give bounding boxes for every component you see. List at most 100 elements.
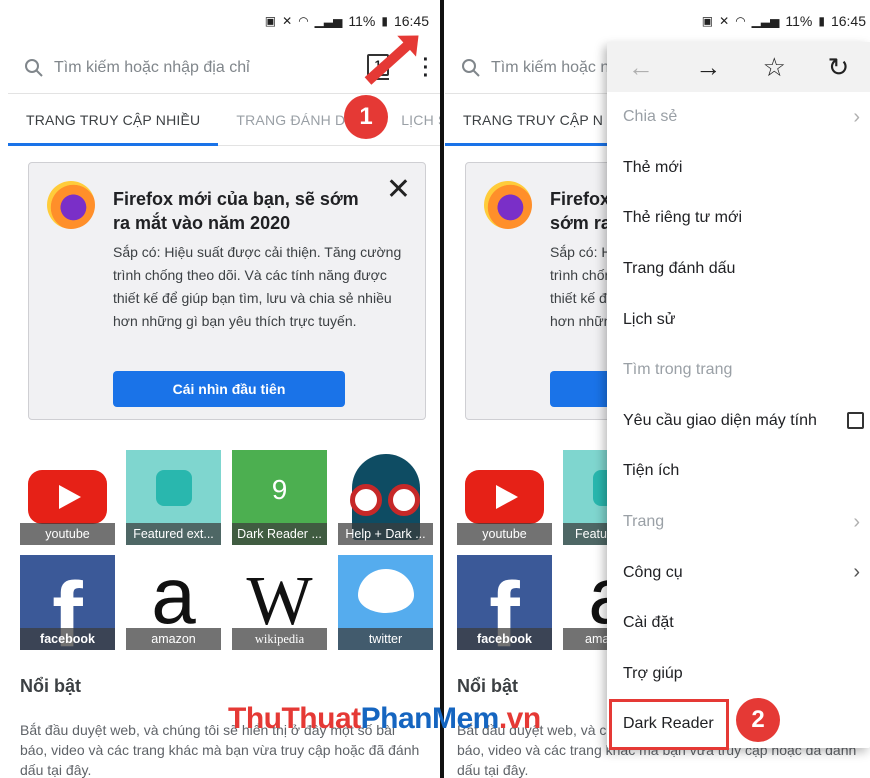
watermark: ThuThuatPhanMem.vn [228,702,541,736]
promo-title-line2: sớm ra [550,213,611,233]
menu-item-settings[interactable]: Cài đặt [607,598,870,649]
reload-icon[interactable]: ↻ [827,52,849,83]
menu-item-label: Trang [623,513,665,531]
menu-item-history[interactable]: Lịch sử [607,294,870,345]
menu-item-label: Tìm trong trang [623,361,733,379]
search-icon [462,58,480,77]
menu-item-share[interactable]: Chia sẻ › [607,92,870,143]
twitter-bird-icon [358,569,414,613]
menu-item-tools[interactable]: Công cụ › [607,547,870,598]
menu-item-label: Chia sẻ [623,108,678,126]
search-icon [25,58,43,77]
menu-item-dark-reader[interactable]: Dark Reader [609,699,729,750]
battery-saver-icon: ▣ [264,14,277,28]
menu-item-help[interactable]: Trợ giúp [607,649,870,700]
firefox-logo-icon [484,181,532,229]
promo-body: Sắp có: Hiệu suất được cải thiện. Tăng c… [113,244,402,329]
promo-card: Firefox mới của bạn, sẽ sớm ra mắt vào n… [28,162,426,420]
site-label: facebook [20,628,115,650]
menu-item-label: Tiện ích [623,462,680,480]
site-label: twitter [338,628,433,650]
site-label: amazon [126,628,221,650]
menu-item-request-desktop[interactable]: Yêu cầu giao diện máy tính [607,396,870,447]
tab-top-sites[interactable]: TRANG TRUY CẬP N [445,94,622,146]
site-tile-featured[interactable]: Featured ext... [126,450,221,545]
watermark-part2: PhanMem [360,702,500,735]
glasses-right [388,484,420,516]
menu-item-bookmarks[interactable]: Trang đánh dấu [607,244,870,295]
arrow-left-icon[interactable]: ← [628,52,654,83]
battery-icon: ▮ [818,14,825,28]
firefox-logo-icon [47,181,95,229]
site-label: Featured ext... [126,523,221,545]
close-icon[interactable]: ✕ [386,175,411,205]
menu-item-label: Thẻ riêng tư mới [623,209,743,227]
menu-item-label: Dark Reader [623,715,714,733]
search-input[interactable]: Tìm kiếm hoặc nhập địa chỉ [54,59,250,77]
glasses-left [350,484,382,516]
battery-percent: 11% [785,13,813,29]
desktop-site-checkbox[interactable] [847,412,864,430]
highlights-heading: Nổi bật [20,676,81,696]
site-tile-facebook[interactable]: f facebook [20,555,115,650]
overflow-menu: ← → ☆ ↻ Chia sẻ › Thẻ mới Thẻ riêng tư mớ… [607,42,870,750]
menu-kebab-icon[interactable]: · · · [421,50,431,86]
chevron-right-icon: › [853,105,860,128]
first-look-button[interactable]: Cái nhìn đầu tiên [113,371,345,407]
site-label: Dark Reader ... [232,523,327,545]
menu-item-new-tab[interactable]: Thẻ mới [607,143,870,194]
youtube-logo-icon [28,470,107,524]
menu-item-addons[interactable]: Tiện ích [607,446,870,497]
site-tile-help-dark[interactable]: Help + Dark ... [338,450,433,545]
wifi-icon: ◠ [298,14,309,28]
site-tile-twitter[interactable]: twitter [338,555,433,650]
menu-item-new-private-tab[interactable]: Thẻ riêng tư mới [607,193,870,244]
site-tile-dark-reader[interactable]: 9 Dark Reader ... [232,450,327,545]
menu-item-label: Cài đặt [623,614,674,632]
youtube-logo-icon [465,470,544,524]
site-tile-youtube[interactable]: youtube [457,450,552,545]
menu-item-label: Yêu cầu giao diện máy tính [623,411,817,429]
battery-icon: ▮ [381,14,388,28]
signal-icon: ▁▃▅ [314,14,343,28]
top-sites-grid: youtube Featured ext... 9 Dark Reader ...… [20,450,442,650]
menu-item-page[interactable]: Trang › [607,497,870,548]
site-tile-youtube[interactable]: youtube [20,450,115,545]
wifi-icon: ◠ [735,14,746,28]
chevron-right-icon: › [853,561,860,584]
battery-saver-icon: ▣ [701,14,714,28]
mute-icon: ✕ [719,14,730,28]
search-input[interactable]: Tìm kiếm hoặc n [491,59,609,77]
tab-history[interactable]: LỊCH SỬ [383,94,443,146]
site-label: facebook [457,628,552,650]
clock: 16:45 [830,13,866,29]
menu-item-label: Thẻ mới [623,158,683,176]
menu-item-label: Trang đánh dấu [623,260,736,278]
clock: 16:45 [393,13,429,29]
site-tile-amazon[interactable]: a amazon [126,555,221,650]
watermark-part1: ThuThuat [228,702,361,735]
site-tile-facebook[interactable]: f facebook [457,555,552,650]
site-label: youtube [20,523,115,545]
signal-icon: ▁▃▅ [751,14,780,28]
promo-title-line1: Firefox [550,189,611,209]
tab-top-sites[interactable]: TRANG TRUY CẬP NHIỀU [8,94,219,146]
menu-item-find-in-page[interactable]: Tìm trong trang [607,345,870,396]
star-icon[interactable]: ☆ [763,52,786,83]
menu-item-label: Lịch sử [623,310,676,328]
panel-divider [440,0,444,778]
status-bar: ▣ ✕ ◠ ▁▃▅ 11% ▮ 16:45 [8,0,443,42]
highlights-heading: Nổi bật [457,676,518,696]
site-label: wikipedia [232,628,327,650]
battery-percent: 11% [348,13,376,29]
site-label: youtube [457,523,552,545]
site-tile-wikipedia[interactable]: Wwikipedia [232,555,327,650]
promo-title: Firefox mới của bạn, sẽ sớm ra mắt vào n… [113,189,359,233]
mute-icon: ✕ [282,14,293,28]
step-badge-1: 1 [344,95,388,139]
puzzle-icon [156,470,192,506]
watermark-part3: .vn [498,702,541,735]
menu-item-label: Trợ giúp [623,664,683,682]
arrow-right-icon[interactable]: → [695,52,721,83]
site-label: Help + Dark ... [338,523,433,545]
